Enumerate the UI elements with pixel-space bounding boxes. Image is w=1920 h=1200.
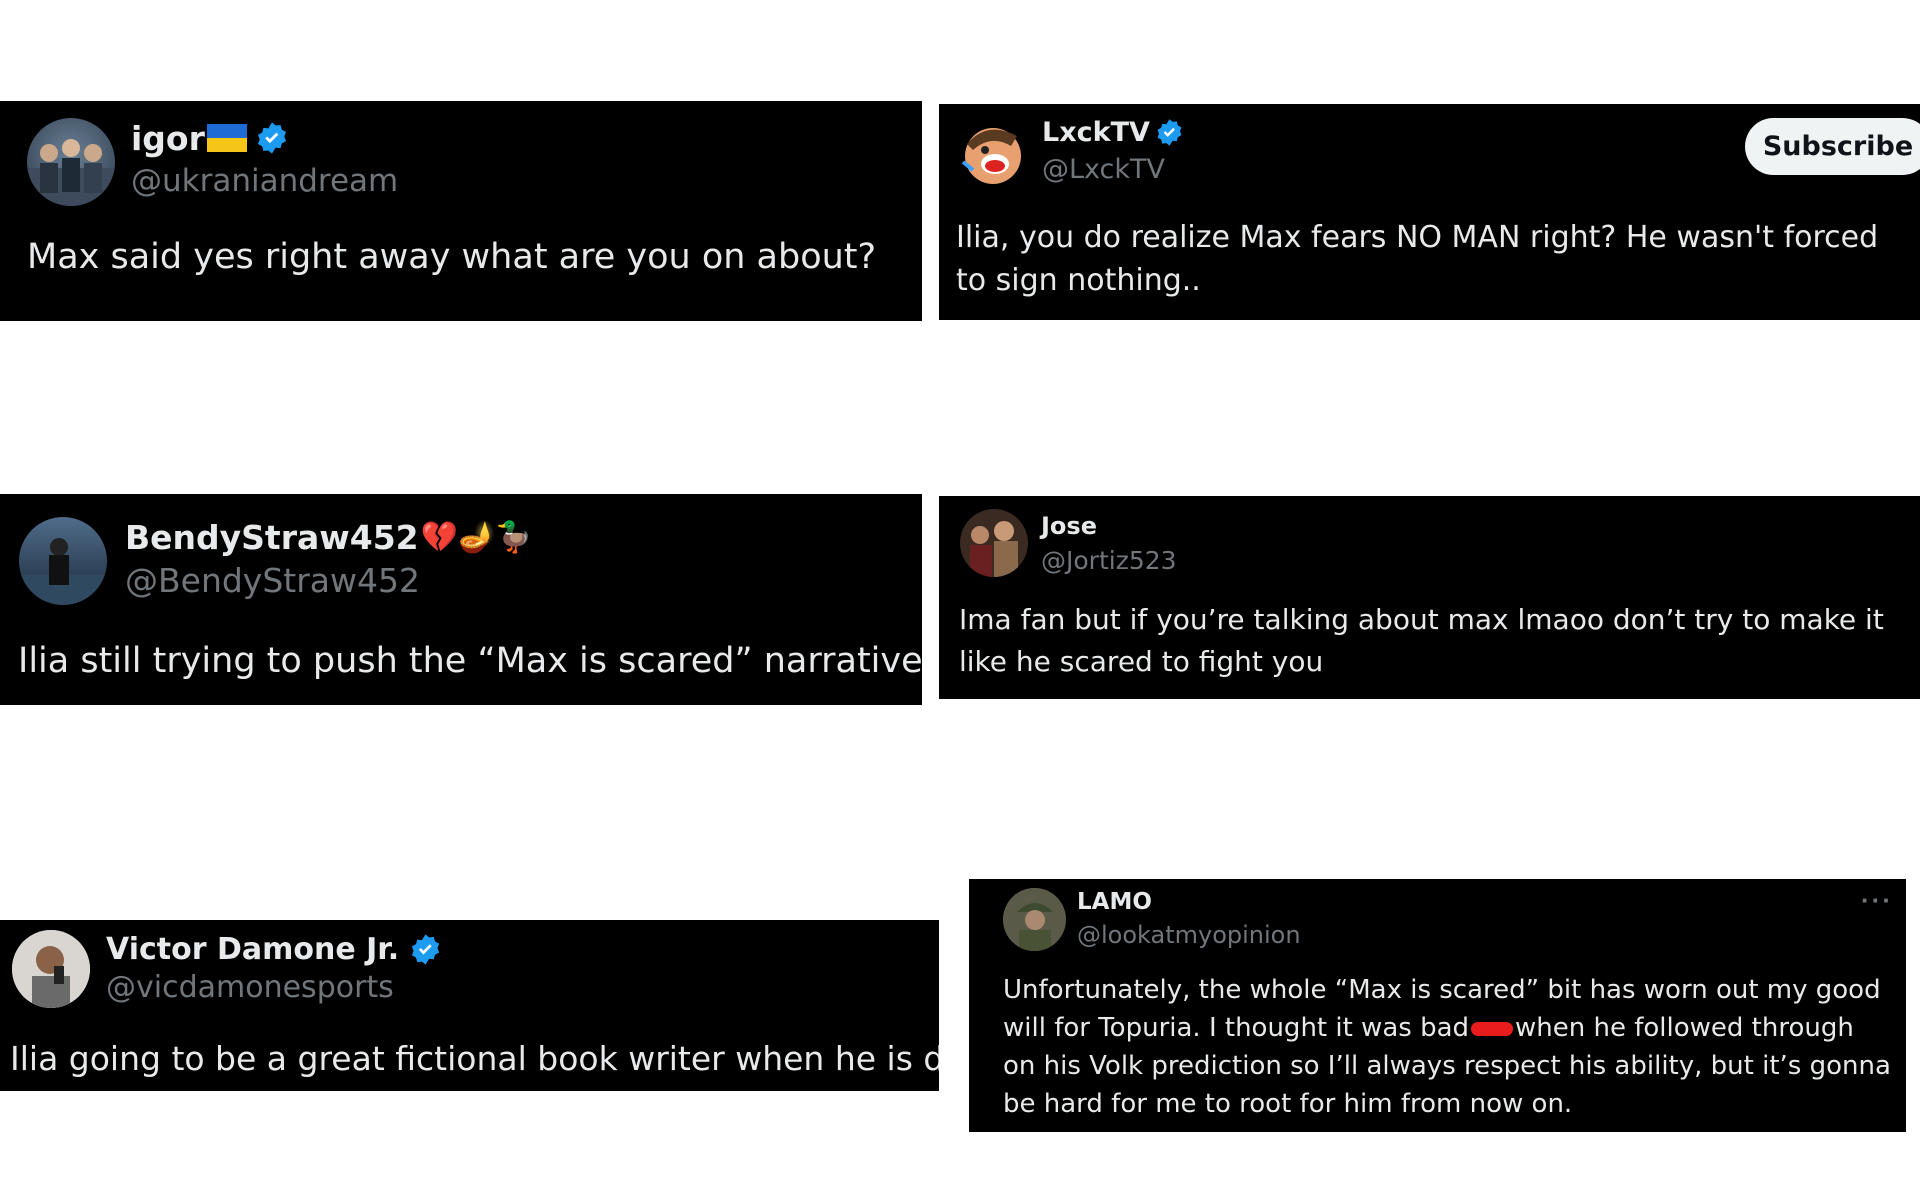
tweet-text: Max said yes right away what are you on … — [27, 237, 877, 277]
handle[interactable]: @BendyStraw452 — [125, 561, 420, 600]
display-name-text: Victor Damone Jr. — [106, 931, 400, 967]
avatar[interactable] — [1003, 888, 1066, 951]
display-name-text: LxckTV — [1042, 116, 1150, 148]
person-photo-icon — [19, 538, 107, 605]
tweet-card-igor[interactable]: igor @ukraniandream Max said yes right a… — [0, 101, 922, 321]
handle[interactable]: @lookatmyopinion — [1077, 921, 1301, 949]
cartoon-face-icon — [961, 128, 1021, 184]
display-name[interactable]: Jose — [1041, 511, 1097, 541]
tweet-text: Ilia going to be a great fictional book … — [10, 1039, 939, 1078]
soldier-photo-icon — [1003, 888, 1066, 951]
more-options-icon[interactable]: ··· — [1861, 885, 1893, 916]
display-name-text: LAMO — [1077, 889, 1152, 915]
subscribe-button[interactable]: Subscribe — [1745, 118, 1920, 175]
tweet-text: Unfortunately, the whole “Max is scared”… — [1003, 971, 1893, 1123]
avatar[interactable] — [957, 118, 1029, 190]
tweet-text: Ima fan but if you’re talking about max … — [959, 603, 1884, 678]
avatar[interactable] — [27, 118, 115, 206]
display-name[interactable]: Victor Damone Jr. — [106, 928, 442, 970]
handle[interactable]: @ukraniandream — [131, 163, 398, 199]
avatar[interactable] — [19, 517, 107, 605]
tweet-card-lxcktv[interactable]: LxckTV @LxckTV Subscribe Ilia, you do re… — [939, 104, 1920, 320]
display-name-text: BendyStraw452 — [125, 517, 419, 557]
tweet-card-victor-damone[interactable]: Victor Damone Jr. @vicdamonesports Ilia … — [0, 920, 939, 1091]
verified-badge-icon — [257, 122, 286, 154]
group-photo-icon — [27, 139, 115, 206]
tweet-text: Ilia still trying to push the “Max is sc… — [18, 641, 922, 681]
display-name[interactable]: LxckTV — [1042, 112, 1184, 152]
handle[interactable]: @Jortiz523 — [1041, 546, 1177, 575]
tweet-card-lamo[interactable]: LAMO @lookatmyopinion ··· Unfortunately,… — [969, 879, 1906, 1132]
ukraine-flag-icon — [206, 124, 247, 152]
redaction-mark — [1471, 1021, 1514, 1036]
display-name-text: Jose — [1041, 512, 1097, 540]
display-name[interactable]: BendyStraw452 💔🪔🦆 — [125, 514, 533, 560]
handle[interactable]: @LxckTV — [1042, 154, 1165, 185]
display-name[interactable]: LAMO — [1077, 887, 1152, 917]
handle[interactable]: @vicdamonesports — [106, 970, 394, 1005]
avatar[interactable] — [12, 930, 90, 1008]
verified-badge-icon — [1157, 118, 1182, 146]
person-photo-icon — [12, 930, 90, 1008]
verified-badge-icon — [412, 933, 440, 965]
display-name-text: igor — [131, 118, 205, 158]
display-name[interactable]: igor — [131, 115, 289, 161]
tweet-card-jose[interactable]: Jose @Jortiz523 Ima fan but if you’re ta… — [939, 496, 1920, 699]
avatar[interactable] — [960, 509, 1028, 577]
tweet-card-bendystraw452[interactable]: BendyStraw452 💔🪔🦆 @BendyStraw452 Ilia st… — [0, 494, 922, 705]
name-emojis: 💔🪔🦆 — [420, 519, 533, 555]
group-photo-icon — [970, 521, 1018, 577]
tweet-text: Ilia, you do realize Max fears NO MAN ri… — [956, 220, 1879, 298]
